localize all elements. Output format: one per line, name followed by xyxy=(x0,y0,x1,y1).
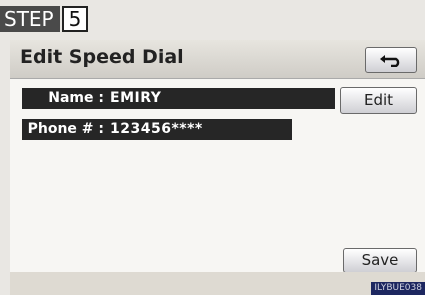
edit-button[interactable]: Edit xyxy=(340,87,417,114)
step-indicator: STEP 5 xyxy=(0,6,89,32)
back-button[interactable] xyxy=(365,47,417,73)
step-label: STEP xyxy=(0,6,60,32)
phone-field: Phone # : 123456**** xyxy=(22,119,292,140)
screen-footer xyxy=(10,272,425,295)
phone-value: 123456**** xyxy=(110,121,203,137)
name-value: EMIRY xyxy=(110,90,162,106)
name-field: Name : EMIRY xyxy=(22,88,335,109)
phone-label: Phone # : xyxy=(27,121,104,137)
back-arrow-icon xyxy=(380,55,400,67)
step-number: 5 xyxy=(61,6,89,32)
page-title: Edit Speed Dial xyxy=(20,46,184,68)
name-label: Name : xyxy=(48,90,104,106)
save-button[interactable]: Save xyxy=(343,248,417,273)
screen-header: Edit Speed Dial xyxy=(10,40,425,79)
nav-screen: Edit Speed Dial Name : EMIRY Edit Phone … xyxy=(10,40,425,295)
figure-code: ILYBUE038 xyxy=(371,282,425,295)
